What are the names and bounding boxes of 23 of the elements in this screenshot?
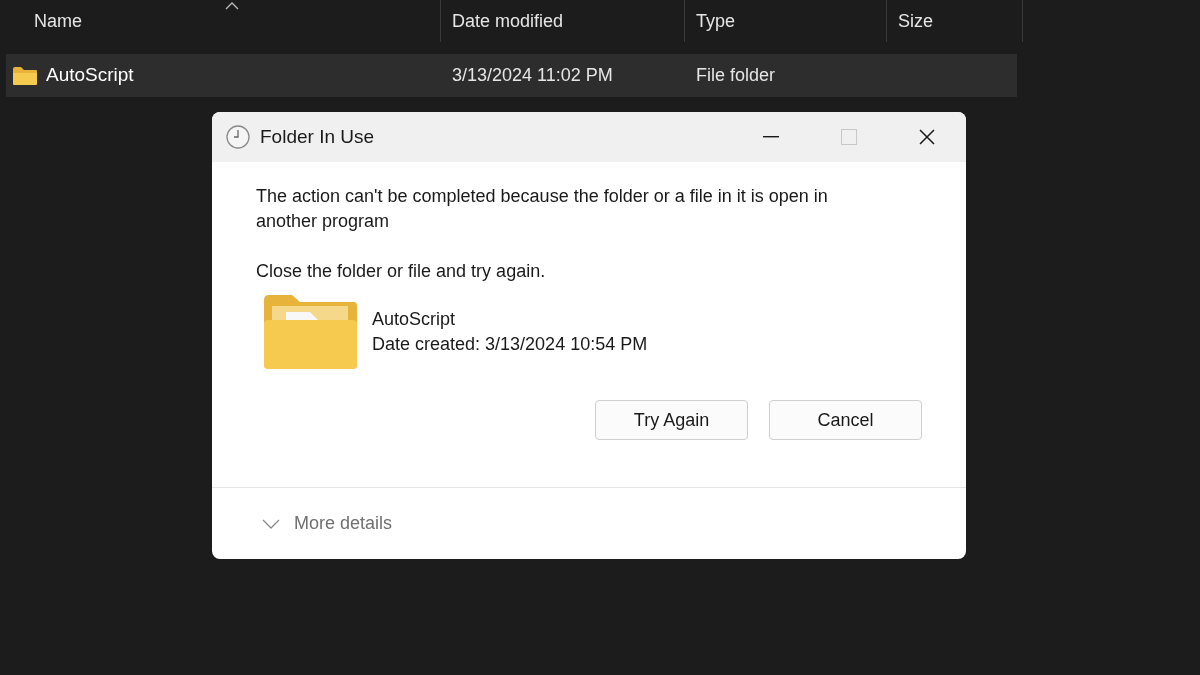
file-row[interactable]: AutoScript 3/13/2024 11:02 PM File folder (6, 54, 1017, 97)
maximize-icon (841, 129, 857, 145)
folder-icon (262, 294, 358, 370)
file-name: AutoScript (46, 63, 134, 88)
clock-icon (226, 125, 250, 149)
window-title: Folder In Use (260, 124, 375, 149)
column-header[interactable]: Name (34, 7, 82, 35)
chevron-icon (262, 518, 280, 529)
close-icon (919, 129, 935, 145)
dialog-button[interactable]: Try Again (595, 400, 748, 440)
error-message: The action can't be completed because the folder or a file in it is open in another program (256, 185, 829, 233)
minimize-icon (763, 136, 779, 138)
item-name: AutoScript (372, 308, 457, 331)
file-type: File folder (695, 64, 777, 87)
more-details-toggle[interactable]: More details (262, 510, 393, 537)
column-header[interactable]: Date modified (452, 7, 564, 35)
column-header[interactable]: Size (898, 7, 933, 35)
item-date-created: Date created: 3/13/2024 10:54 PM (372, 333, 648, 356)
folder-icon (12, 65, 38, 86)
date-modified: 3/13/2024 11:02 PM (451, 64, 614, 87)
instruction-text: Close the folder or file and try again. (256, 260, 547, 283)
column-header[interactable]: Type (696, 7, 736, 35)
dialog-button[interactable]: Cancel (769, 400, 922, 440)
